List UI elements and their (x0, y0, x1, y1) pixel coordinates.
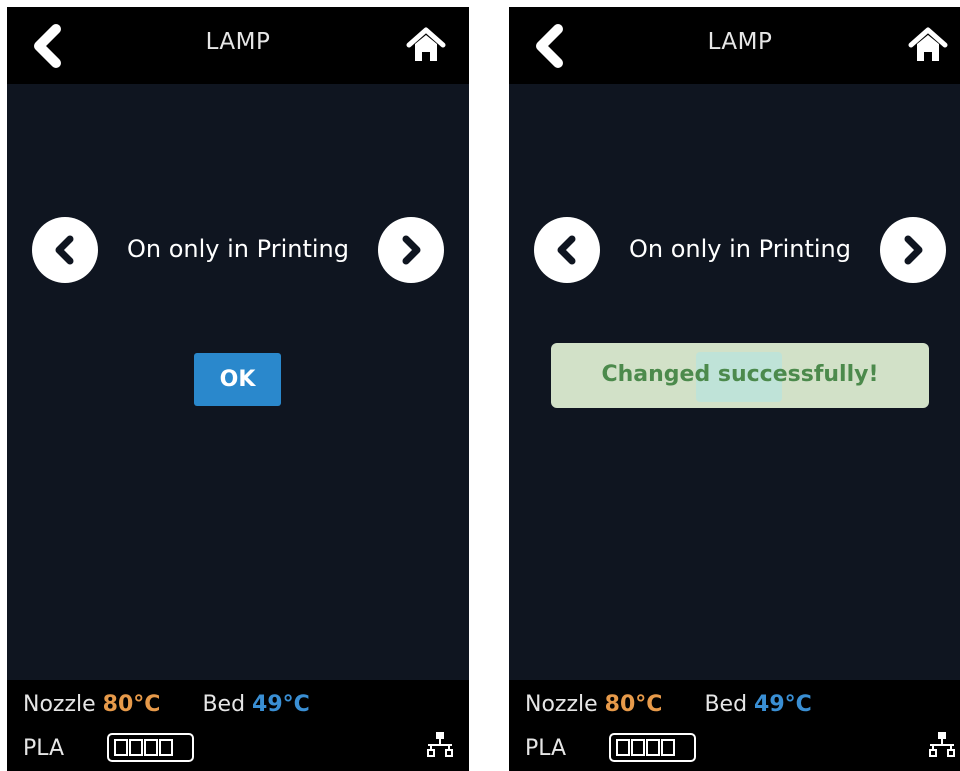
filament-segment (159, 739, 173, 756)
status-bar: Nozzle 80°C Bed 49°C PLA (509, 680, 960, 771)
filament-segment (661, 739, 675, 756)
next-option-button[interactable] (880, 217, 946, 283)
bed-temperature: 49°C (754, 692, 812, 717)
chevron-left-icon (557, 235, 576, 265)
status-bar: Nozzle 80°C Bed 49°C PLA (7, 680, 469, 771)
lamp-screen-after: LAMP On only in Printing Changed success… (509, 7, 960, 771)
temperature-readout: Nozzle 80°C Bed 49°C (23, 692, 310, 717)
filament-segment (114, 739, 128, 756)
material-label: PLA (23, 736, 65, 761)
ok-button[interactable]: OK (194, 353, 281, 406)
material-label: PLA (525, 736, 567, 761)
bed-temperature: 49°C (252, 692, 310, 717)
temperature-readout: Nozzle 80°C Bed 49°C (525, 692, 812, 717)
network-icon (929, 732, 955, 757)
header-bar: LAMP (7, 7, 469, 84)
success-toast: Changed successfully! (551, 343, 929, 408)
bed-label: Bed (704, 692, 748, 717)
selected-option-label: On only in Printing (629, 235, 851, 263)
filament-segment (631, 739, 645, 756)
filament-segment (144, 739, 158, 756)
previous-option-button[interactable] (32, 217, 98, 283)
previous-option-button[interactable] (534, 217, 600, 283)
page-title: LAMP (707, 29, 773, 55)
home-icon (908, 27, 948, 61)
home-button[interactable] (907, 25, 949, 65)
selected-option-label: On only in Printing (127, 235, 349, 263)
filament-segment (646, 739, 660, 756)
home-icon (406, 27, 446, 61)
lamp-mode-selector: On only in Printing (32, 215, 444, 285)
nozzle-label: Nozzle (23, 692, 96, 717)
filament-segment (616, 739, 630, 756)
toast-message: Changed successfully! (601, 362, 879, 387)
filament-level-indicator (107, 733, 194, 762)
lamp-mode-selector: On only in Printing (534, 215, 946, 285)
nozzle-label: Nozzle (525, 692, 598, 717)
filament-segment (129, 739, 143, 756)
chevron-left-icon (55, 235, 74, 265)
header-bar: LAMP (509, 7, 960, 84)
bed-label: Bed (202, 692, 246, 717)
chevron-right-icon (402, 235, 421, 265)
next-option-button[interactable] (378, 217, 444, 283)
filament-level-indicator (609, 733, 696, 762)
nozzle-temperature: 80°C (604, 692, 663, 717)
home-button[interactable] (405, 25, 447, 65)
nozzle-temperature: 80°C (102, 692, 161, 717)
chevron-right-icon (904, 235, 923, 265)
network-icon (427, 732, 453, 757)
lamp-screen-before: LAMP On only in Printing OK Nozzle 80°C … (7, 7, 469, 771)
page-title: LAMP (205, 29, 271, 55)
